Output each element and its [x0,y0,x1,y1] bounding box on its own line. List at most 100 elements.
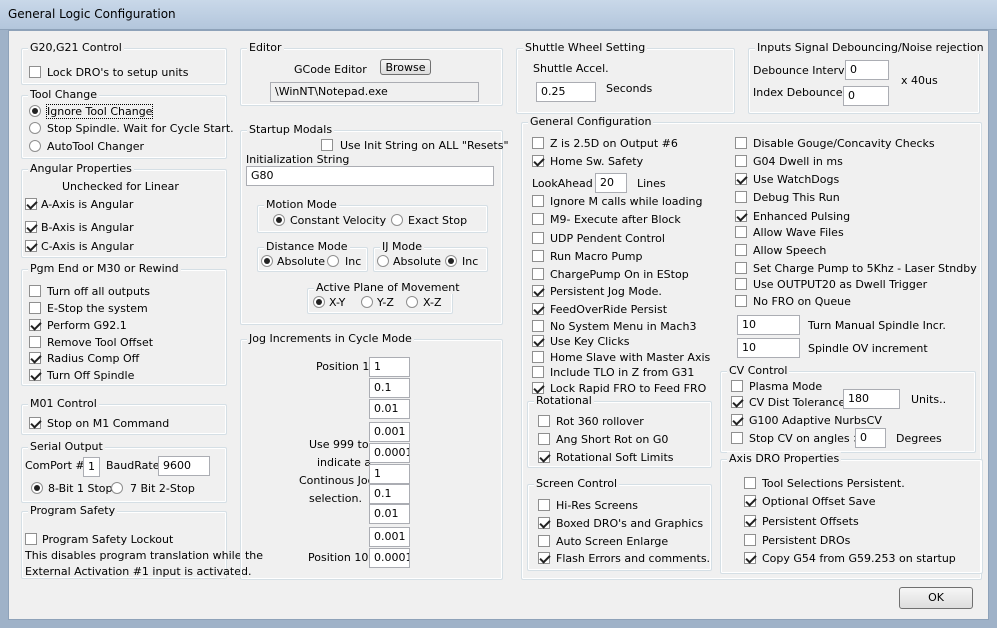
plane-xz-radio[interactable] [406,296,418,308]
baudrate-field[interactable]: 9600 [158,456,210,476]
turn-off-spindle-checkbox[interactable] [29,369,41,381]
cv-tolerance-field[interactable]: 180 [843,389,900,409]
ok-button[interactable]: OK [899,587,973,609]
no-fro-checkbox[interactable] [735,295,747,307]
jog-value-field[interactable]: 0.001 [369,527,410,547]
jog-value-field[interactable]: 1 [369,464,410,484]
distance-inc-radio[interactable] [327,255,339,267]
plane-xy-radio[interactable] [313,296,325,308]
copy-g54-checkbox[interactable] [744,552,756,564]
jog-value-field[interactable]: 0.001 [369,422,410,442]
feedoverride-label: FeedOverRide Persist [550,303,668,316]
group-legend: Inputs Signal Debouncing/Noise rejection [755,41,986,54]
constant-velocity-radio[interactable] [273,214,285,226]
shuttle-accel-field[interactable]: 0.25 [536,82,596,102]
m9-checkbox[interactable] [532,213,544,225]
macro-pump-checkbox[interactable] [532,250,544,262]
index-debounce-field[interactable]: 0 [843,86,889,106]
lookahead-field[interactable]: 20 [595,173,627,193]
hires-checkbox[interactable] [538,499,550,511]
persistent-jog-checkbox[interactable] [532,285,544,297]
use-init-string-checkbox[interactable] [321,139,333,151]
browse-button[interactable]: Browse [380,59,431,75]
persistent-dros-checkbox[interactable] [744,534,756,546]
g100-checkbox[interactable] [731,414,743,426]
stop-m1-checkbox[interactable] [29,417,41,429]
cv-tolerance-label: CV Dist Tolerance [749,396,846,409]
jog-value-field[interactable]: 1 [369,357,410,377]
speech-checkbox[interactable] [735,244,747,256]
safety-lockout-checkbox[interactable] [25,533,37,545]
g04-dwell-checkbox[interactable] [735,155,747,167]
perform-g921-checkbox[interactable] [29,319,41,331]
z25d-checkbox[interactable] [532,137,544,149]
c-axis-checkbox[interactable] [25,240,37,252]
key-clicks-checkbox[interactable] [532,335,544,347]
lock-rapid-checkbox[interactable] [532,382,544,394]
estop-checkbox[interactable] [29,302,41,314]
rot360-checkbox[interactable] [538,415,550,427]
distance-absolute-radio[interactable] [261,255,273,267]
wave-files-checkbox[interactable] [735,226,747,238]
output20-checkbox[interactable] [735,278,747,290]
autotool-radio[interactable] [29,140,41,152]
include-tlo-checkbox[interactable] [532,366,544,378]
turn-off-outputs-checkbox[interactable] [29,285,41,297]
lock-dro-checkbox[interactable] [29,66,41,78]
index-debounce-label: Index Debounce [753,86,843,99]
gouge-checkbox[interactable] [735,137,747,149]
jog-value-field[interactable]: 0.01 [369,399,410,419]
editor-path-field[interactable]: \WinNT\Notepad.exe [270,82,479,102]
enhanced-pulsing-checkbox[interactable] [735,210,747,222]
jog-value-field[interactable]: 0.01 [369,504,410,524]
persistent-offsets-checkbox[interactable] [744,515,756,527]
jog-value-field[interactable]: 0.0001 [369,443,410,463]
7bit-radio[interactable] [111,482,123,494]
no-system-menu-checkbox[interactable] [532,320,544,332]
boxed-dro-checkbox[interactable] [538,517,550,529]
tool-persistent-checkbox[interactable] [744,477,756,489]
home-slave-checkbox[interactable] [532,351,544,363]
jog-value-field[interactable]: 0.1 [369,378,410,398]
b-axis-checkbox[interactable] [25,221,37,233]
a-axis-checkbox[interactable] [25,198,37,210]
constant-velocity-label: Constant Velocity [290,214,387,227]
init-string-field[interactable]: G80 [246,166,494,186]
radius-comp-checkbox[interactable] [29,352,41,364]
chargepump-checkbox[interactable] [532,268,544,280]
plane-yz-radio[interactable] [361,296,373,308]
group-legend: Angular Properties [28,162,134,175]
spindle-ov-field[interactable]: 10 [737,338,800,358]
group-legend: Axis DRO Properties [727,452,842,465]
shuttle-accel-label: Shuttle Accel. [533,62,609,75]
charge-5khz-checkbox[interactable] [735,262,747,274]
feedoverride-checkbox[interactable] [532,303,544,315]
spindle-incr-field[interactable]: 10 [737,315,800,335]
watchdogs-checkbox[interactable] [735,173,747,185]
ignore-m-checkbox[interactable] [532,195,544,207]
cv-tolerance-checkbox[interactable] [731,396,743,408]
stop-cv-checkbox[interactable] [731,432,743,444]
safety-note-2: External Activation #1 input is activate… [25,565,252,578]
auto-enlarge-checkbox[interactable] [538,535,550,547]
jog-value-field[interactable]: 0.1 [369,484,410,504]
udp-checkbox[interactable] [532,232,544,244]
plasma-checkbox[interactable] [731,380,743,392]
optional-offset-checkbox[interactable] [744,495,756,507]
exact-stop-radio[interactable] [391,214,403,226]
comport-field[interactable]: 1 [83,457,100,477]
home-safety-checkbox[interactable] [532,155,544,167]
stop-spindle-radio[interactable] [29,122,41,134]
debounce-interval-field[interactable]: 0 [845,60,889,80]
debug-run-checkbox[interactable] [735,191,747,203]
flash-errors-checkbox[interactable] [538,552,550,564]
jog-value-field[interactable]: 0.0001 [369,548,410,568]
ang-short-checkbox[interactable] [538,433,550,445]
ij-absolute-radio[interactable] [377,255,389,267]
stop-cv-field[interactable]: 0 [855,428,886,448]
ij-inc-radio[interactable] [445,255,457,267]
8bit-radio[interactable] [31,482,43,494]
ignore-tool-change-radio[interactable] [29,105,41,117]
remove-tool-offset-checkbox[interactable] [29,336,41,348]
soft-limits-checkbox[interactable] [538,451,550,463]
